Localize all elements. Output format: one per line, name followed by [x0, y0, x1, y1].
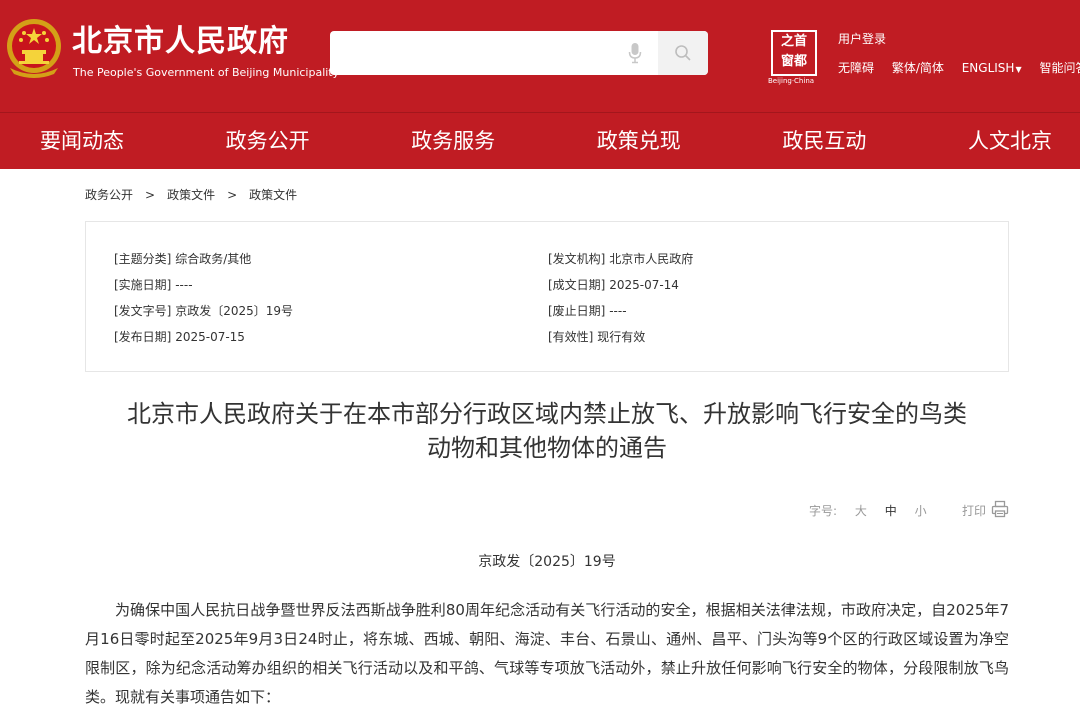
nav-item-policy[interactable]: 政策兑现 [597, 113, 681, 169]
font-size-large[interactable]: 大 [855, 504, 867, 518]
search-button[interactable] [658, 31, 708, 75]
print-button[interactable]: 打印 [962, 503, 986, 519]
nav-item-culture[interactable]: 人文北京 [968, 113, 1052, 169]
nav-item-news[interactable]: 要闻动态 [40, 113, 124, 169]
metadata-column-right: [发文机构] 北京市人民政府 [成文日期] 2025-07-14 [废止日期] … [548, 251, 693, 355]
printer-icon[interactable] [991, 500, 1009, 518]
breadcrumb-item[interactable]: 政策文件 [167, 188, 215, 202]
smart-qa-link[interactable]: 智能问答 [1039, 61, 1080, 75]
article-body: 为确保中国人民抗日战争暨世界反法西斯战争胜利80周年纪念活动有关飞行活动的安全，… [85, 601, 1009, 706]
breadcrumb-separator: > [145, 188, 156, 202]
search-icon [675, 45, 691, 61]
search-input[interactable] [330, 31, 620, 75]
breadcrumb-item[interactable]: 政策文件 [249, 188, 297, 202]
main-nav: 要闻动态 政务公开 政务服务 政策兑现 政民互动 人文北京 [0, 112, 1080, 169]
metadata-row: [主题分类] 综合政务/其他 [114, 252, 252, 266]
article-title: 北京市人民政府关于在本市部分行政区域内禁止放飞、升放影响飞行安全的鸟类 动物和其… [127, 400, 967, 462]
nav-item-services[interactable]: 政务服务 [411, 113, 495, 169]
accessibility-link[interactable]: 无障碍 [838, 61, 874, 75]
microphone-icon[interactable] [628, 42, 642, 64]
metadata-row: [发布日期] 2025-07-15 [114, 330, 245, 344]
font-size-medium[interactable]: 中 [885, 504, 897, 518]
site-title[interactable]: 北京市人民政府 [72, 24, 289, 60]
font-size-controls: 字号: 大 中 小 [809, 503, 927, 519]
breadcrumb-item[interactable]: 政务公开 [85, 188, 133, 202]
metadata-row: [有效性] 现行有效 [548, 330, 646, 344]
metadata-row: [实施日期] ---- [114, 278, 193, 292]
nav-item-interaction[interactable]: 政民互动 [782, 113, 866, 169]
site-title-english: The People's Government of Beijing Munic… [73, 66, 340, 79]
metadata-row: [发文机构] 北京市人民政府 [548, 252, 694, 266]
font-size-label: 字号: [809, 504, 838, 518]
user-login-link[interactable]: 用户登录 [838, 32, 886, 46]
script-toggle-link[interactable]: 繁体/简体 [892, 61, 944, 75]
metadata-row: [废止日期] ---- [548, 304, 627, 318]
search-box [330, 31, 708, 75]
document-number: 京政发〔2025〕19号 [478, 554, 616, 570]
english-link[interactable]: ENGLISH▼ [962, 61, 1022, 75]
metadata-row: [发文字号] 京政发〔2025〕19号 [114, 304, 294, 318]
metadata-column-left: [主题分类] 综合政务/其他 [实施日期] ---- [发文字号] 京政发〔20… [114, 251, 293, 355]
national-emblem-icon [7, 19, 61, 78]
site-header: 北京市人民政府 The People's Government of Beiji… [0, 0, 1080, 112]
header-tools: 无障碍 繁体/简体 ENGLISH▼ 智能问答 [838, 61, 1080, 77]
chevron-down-icon: ▼ [1015, 65, 1022, 74]
nav-item-open-government[interactable]: 政务公开 [226, 113, 310, 169]
logo-subtitle: Beijing·China [768, 77, 815, 85]
breadcrumb: 政务公开 > 政策文件 > 政策文件 [85, 187, 297, 203]
metadata-row: [成文日期] 2025-07-14 [548, 278, 679, 292]
document-metadata: [主题分类] 综合政务/其他 [实施日期] ---- [发文字号] 京政发〔20… [85, 221, 1009, 372]
breadcrumb-separator: > [227, 188, 238, 202]
font-size-small[interactable]: 小 [915, 504, 927, 518]
capital-window-logo[interactable]: 之首 窗都 [771, 30, 817, 76]
